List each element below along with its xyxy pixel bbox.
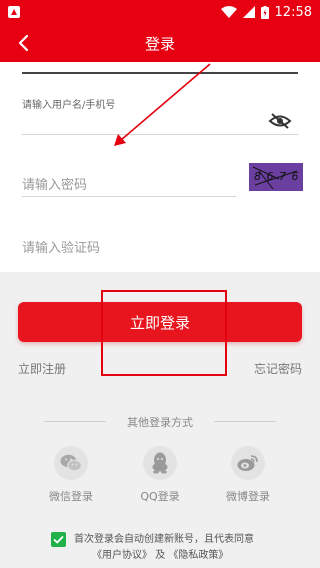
battery-icon [260, 5, 269, 19]
other-login-title: 其他登录方式 [127, 416, 193, 429]
weibo-login-label: 微博登录 [226, 490, 270, 503]
username-label: 请输入用户名/手机号 [22, 100, 116, 111]
qq-login-button[interactable]: QQ登录 [130, 446, 190, 504]
agreement-line: 首次登录会自动创建新账号，且代表同意 [74, 534, 254, 545]
captcha-field[interactable]: 请输入验证码 [22, 237, 236, 256]
app-notification-icon [8, 6, 20, 18]
qq-login-label: QQ登录 [140, 490, 180, 503]
wifi-icon [220, 6, 237, 18]
weibo-login-button[interactable]: 微博登录 [218, 446, 278, 504]
status-time: 12:58 [274, 4, 312, 20]
title-bar: 登录 [0, 24, 320, 62]
captcha-underline [22, 196, 236, 197]
signal-icon [242, 6, 255, 18]
check-icon [53, 535, 64, 544]
divider-right [214, 421, 276, 422]
password-underline [22, 134, 298, 135]
annotation-highlight-box [101, 290, 227, 376]
wechat-login-button[interactable]: 微信登录 [41, 446, 101, 504]
user-agreement-link[interactable]: 《用户协议》 [92, 550, 152, 561]
page-title: 登录 [144, 35, 175, 53]
username-underline [22, 72, 298, 74]
forgot-password-link[interactable]: 忘记密码 [254, 360, 302, 377]
privacy-policy-link[interactable]: 《隐私政策》 [168, 550, 228, 561]
captcha-code: 8 6 7 6 [254, 170, 300, 183]
weibo-icon [237, 455, 258, 471]
username-field[interactable]: 请输入用户名/手机号 [22, 96, 298, 111]
agreement-checkbox[interactable] [51, 532, 66, 547]
status-bar: 12:58 [0, 0, 320, 24]
captcha-image[interactable]: 8 6 7 6 [249, 163, 303, 191]
wechat-login-label: 微信登录 [49, 490, 93, 503]
agreement-and: 及 [155, 550, 166, 561]
wechat-icon [60, 454, 82, 472]
hide-password-icon[interactable] [268, 112, 292, 130]
captcha-placeholder: 请输入验证码 [22, 241, 101, 256]
qq-icon [152, 452, 168, 474]
agreement-text: 首次登录会自动创建新账号，且代表同意 《用户协议》 及 《隐私政策》 [74, 532, 304, 564]
register-link[interactable]: 立即注册 [18, 360, 66, 377]
